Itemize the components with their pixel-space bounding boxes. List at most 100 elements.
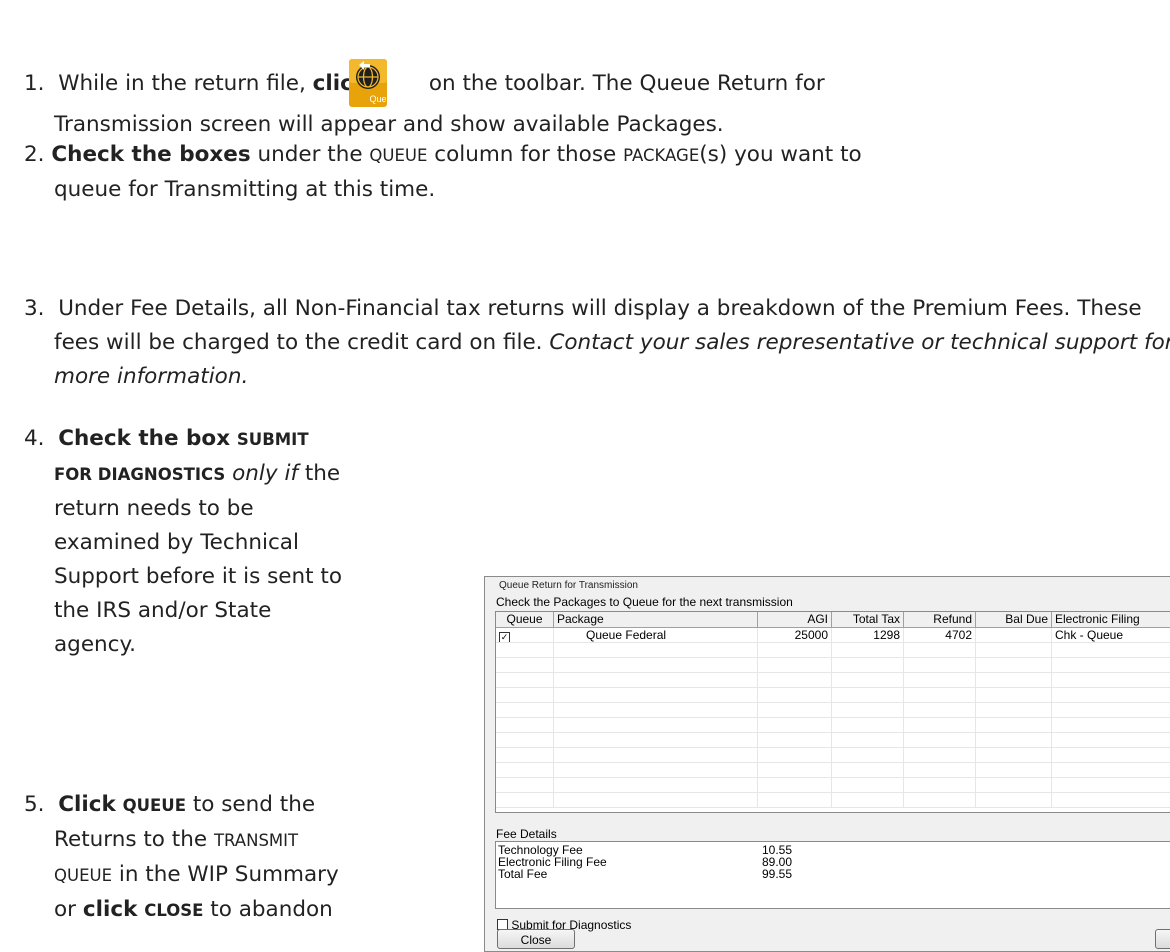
step-1-number: 1.: [24, 71, 45, 96]
grid-header: Queue Package AGI Total Tax Refund Bal D…: [496, 612, 1170, 628]
package-ref: Package: [623, 146, 700, 165]
step-5-text-3: to abandon: [210, 897, 333, 922]
empty-cell: [1052, 658, 1170, 672]
empty-cell: [904, 733, 976, 747]
empty-cell: [1052, 793, 1170, 807]
empty-cell: [758, 718, 832, 732]
empty-cell: [554, 658, 758, 672]
fee-row: Electronic Filing Fee 89.00: [496, 856, 1170, 868]
empty-cell: [554, 763, 758, 777]
col-total-tax[interactable]: Total Tax: [832, 612, 904, 627]
empty-cell: [832, 688, 904, 702]
empty-row: [496, 703, 1170, 718]
empty-row: [496, 763, 1170, 778]
empty-cell: [554, 793, 758, 807]
empty-cell: [758, 763, 832, 777]
empty-cell: [832, 778, 904, 792]
empty-cell: [976, 643, 1052, 657]
empty-cell: [904, 793, 976, 807]
empty-cell: [976, 793, 1052, 807]
step-2-bold: Check the boxes: [51, 142, 251, 167]
queue-button-partial[interactable]: [1155, 929, 1170, 949]
empty-row: [496, 733, 1170, 748]
step-3-number: 3.: [24, 296, 45, 321]
empty-cell: [496, 733, 554, 747]
empty-cell: [904, 718, 976, 732]
step-2-number: 2.: [24, 142, 45, 167]
empty-cell: [554, 748, 758, 762]
empty-cell: [758, 643, 832, 657]
empty-cell: [976, 778, 1052, 792]
col-queue[interactable]: Queue: [496, 612, 554, 627]
empty-cell: [904, 643, 976, 657]
queue-button-ref: Queue: [122, 796, 186, 815]
step-1: 1. While in the return file, click Queue…: [24, 58, 1170, 142]
close-button[interactable]: Close: [497, 929, 575, 949]
empty-row: [496, 793, 1170, 808]
empty-cell: [976, 718, 1052, 732]
empty-cell: [976, 733, 1052, 747]
step-5-number: 5.: [24, 792, 45, 817]
fee-details-box: Technology Fee 10.55 Electronic Filing F…: [495, 841, 1170, 909]
col-package[interactable]: Package: [554, 612, 758, 627]
empty-row: [496, 778, 1170, 793]
empty-cell: [554, 718, 758, 732]
step-1-text: While in the return file,: [58, 71, 306, 96]
empty-cell: [758, 703, 832, 717]
empty-cell: [976, 703, 1052, 717]
col-bal-due[interactable]: Bal Due: [976, 612, 1052, 627]
empty-cell: [758, 688, 832, 702]
step-4-bold: Check the box: [58, 426, 231, 451]
empty-cell: [496, 643, 554, 657]
col-agi[interactable]: AGI: [758, 612, 832, 627]
col-electronic-filing[interactable]: Electronic Filing: [1052, 612, 1170, 627]
empty-cell: [832, 748, 904, 762]
empty-cell: [832, 643, 904, 657]
empty-cell: [976, 748, 1052, 762]
step-5: 5. Click Queue to send the Returns to th…: [24, 788, 350, 928]
empty-cell: [904, 748, 976, 762]
fee-details-label: Fee Details: [496, 827, 557, 841]
fee-amount: 99.55: [762, 867, 793, 881]
empty-cell: [496, 748, 554, 762]
empty-cell: [904, 658, 976, 672]
empty-cell: [496, 658, 554, 672]
empty-cell: [904, 703, 976, 717]
empty-cell: [832, 793, 904, 807]
efiling-cell: Chk - Queue: [1052, 628, 1170, 642]
empty-cell: [904, 763, 976, 777]
package-cell: Queue Federal: [554, 628, 758, 642]
empty-cell: [554, 643, 758, 657]
empty-row: [496, 673, 1170, 688]
empty-cell: [1052, 688, 1170, 702]
empty-row: [496, 748, 1170, 763]
empty-cell: [1052, 778, 1170, 792]
empty-row: [496, 658, 1170, 673]
empty-cell: [554, 778, 758, 792]
empty-cell: [496, 703, 554, 717]
queue-checkbox[interactable]: ✓: [499, 632, 510, 642]
empty-cell: [758, 778, 832, 792]
agi-cell: 25000: [758, 628, 832, 642]
empty-cell: [554, 688, 758, 702]
empty-cell: [976, 688, 1052, 702]
empty-cell: [758, 748, 832, 762]
queue-cell[interactable]: ✓: [496, 628, 554, 642]
fee-label: Total Fee: [498, 867, 548, 881]
total-tax-cell: 1298: [832, 628, 904, 642]
empty-cell: [1052, 718, 1170, 732]
fee-row: Total Fee 99.55: [496, 868, 1170, 880]
queue-icon-label: Queue: [369, 94, 397, 104]
dialog-title: Queue Return for Transmission: [499, 580, 638, 591]
table-row[interactable]: ✓ Queue Federal 25000 1298 4702 Chk - Qu…: [496, 628, 1170, 643]
empty-cell: [758, 793, 832, 807]
empty-cell: [758, 658, 832, 672]
empty-cell: [976, 658, 1052, 672]
empty-cell: [832, 658, 904, 672]
empty-cell: [832, 763, 904, 777]
step-1-text-post: on the toolbar. The Queue Return for: [428, 71, 825, 96]
col-refund[interactable]: Refund: [904, 612, 976, 627]
empty-cell: [832, 673, 904, 687]
step-4: 4. Check the box Submit for Diagnostics …: [24, 422, 350, 662]
empty-cell: [1052, 748, 1170, 762]
